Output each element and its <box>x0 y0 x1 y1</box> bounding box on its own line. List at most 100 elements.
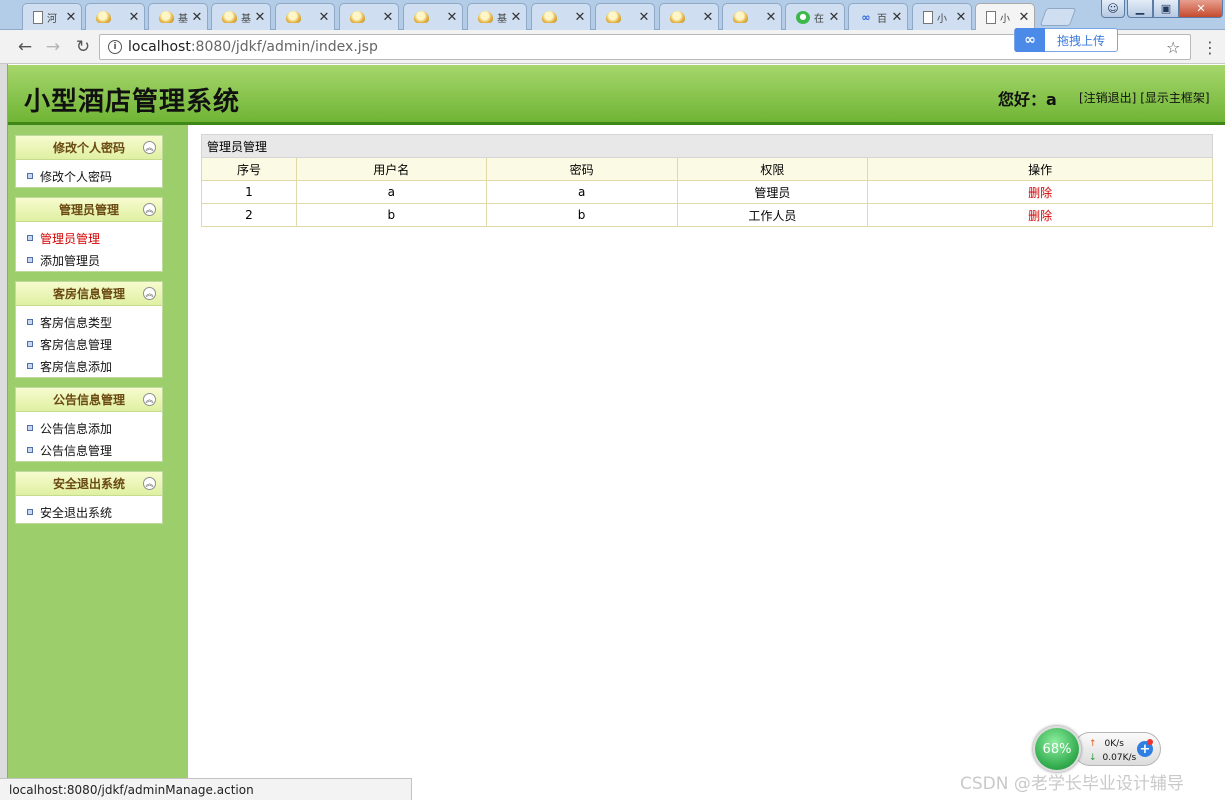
sidebar-group-header[interactable]: 公告信息管理 ︽ <box>16 388 162 412</box>
browser-tab[interactable]: 基 ✕ <box>467 3 527 30</box>
user-icon[interactable]: ☺ <box>1101 0 1125 18</box>
cell-role: 管理员 <box>676 180 869 204</box>
collapse-icon[interactable]: ︽ <box>143 203 156 216</box>
collapse-icon[interactable]: ︽ <box>143 141 156 154</box>
close-tab-icon[interactable]: ✕ <box>891 11 903 24</box>
browser-tab[interactable]: ● 在 ✕ <box>785 3 845 30</box>
sidebar-group-title: 管理员管理 <box>58 203 119 217</box>
delete-link[interactable]: 删除 <box>1028 186 1052 200</box>
close-tab-icon[interactable]: ✕ <box>128 11 140 24</box>
usage-ball[interactable]: 68% <box>1033 726 1081 772</box>
delete-link[interactable]: 删除 <box>1028 209 1052 223</box>
drag-upload-button[interactable]: ∞ 拖拽上传 <box>1014 28 1118 52</box>
browser-tab-active[interactable]: 小 ✕ <box>975 3 1035 30</box>
browser-tab[interactable]: ✕ <box>659 3 719 30</box>
browser-tab[interactable]: ✕ <box>403 3 463 30</box>
sidebar-item-room-types[interactable]: 客房信息类型 <box>16 311 162 333</box>
close-tab-icon[interactable]: ✕ <box>65 11 77 24</box>
column-header: 用户名 <box>295 157 487 181</box>
tab-title: 基 <box>178 13 188 25</box>
close-tab-icon[interactable]: ✕ <box>254 11 266 24</box>
browser-tab[interactable]: ✕ <box>275 3 335 30</box>
url-text: localhost:8080/jdkf/admin/index.jsp <box>128 39 378 55</box>
menu-dots-icon[interactable]: ⋮ <box>1202 38 1218 57</box>
close-tab-icon[interactable]: ✕ <box>638 11 650 24</box>
sidebar-item-room-manage[interactable]: 客房信息管理 <box>16 333 162 355</box>
sidebar-item-notice-manage[interactable]: 公告信息管理 <box>16 439 162 461</box>
lamp-icon <box>733 11 748 23</box>
close-tab-icon[interactable]: ✕ <box>828 11 840 24</box>
tab-title: 百 <box>877 13 887 25</box>
sidebar-group-header[interactable]: 管理员管理 ︽ <box>16 198 162 222</box>
forward-arrow-icon[interactable]: → <box>42 36 64 58</box>
browser-tab[interactable]: 基 ✕ <box>211 3 271 30</box>
minimize-button[interactable]: ▁ <box>1127 0 1153 18</box>
sidebar-group-header[interactable]: 安全退出系统 ︽ <box>16 472 162 496</box>
sidebar-item-label: 添加管理员 <box>40 253 101 268</box>
bookmark-star-icon[interactable]: ☆ <box>1166 38 1180 57</box>
close-tab-icon[interactable]: ✕ <box>702 11 714 24</box>
browser-tab[interactable]: ∞ 百 ✕ <box>848 3 908 30</box>
close-window-button[interactable]: ✕ <box>1179 0 1223 18</box>
browser-tab[interactable]: ✕ <box>722 3 782 30</box>
tab-title: 在 <box>814 13 824 25</box>
sidebar-group-header[interactable]: 修改个人密码 ︽ <box>16 136 162 160</box>
close-tab-icon[interactable]: ✕ <box>765 11 777 24</box>
new-tab-button[interactable] <box>1039 8 1077 26</box>
sidebar-group-header[interactable]: 客房信息管理 ︽ <box>16 282 162 306</box>
browser-tab[interactable]: 基 ✕ <box>148 3 208 30</box>
close-tab-icon[interactable]: ✕ <box>318 11 330 24</box>
sidebar-item-admin-manage[interactable]: 管理员管理 <box>16 227 162 249</box>
bullet-icon <box>27 173 33 179</box>
bullet-icon <box>27 425 33 431</box>
browser-tab[interactable]: ✕ <box>531 3 591 30</box>
reload-icon[interactable]: ↻ <box>72 36 94 58</box>
sidebar-item-room-add[interactable]: 客房信息添加 <box>16 355 162 377</box>
browser-tab[interactable]: 河 ✕ <box>22 3 82 30</box>
sidebar-item-notice-add[interactable]: 公告信息添加 <box>16 417 162 439</box>
sidebar-item-label: 安全退出系统 <box>40 505 113 520</box>
sidebar-item-add-admin[interactable]: 添加管理员 <box>16 249 162 271</box>
collapse-icon[interactable]: ︽ <box>143 393 156 406</box>
sidebar-group-rooms: 客房信息管理 ︽ 客房信息类型 客房信息管理 客房信息添加 <box>15 281 163 378</box>
close-tab-icon[interactable]: ✕ <box>574 11 586 24</box>
browser-tab-strip: 河 ✕ ✕ 基 ✕ 基 ✕ ✕ ✕ ✕ 基 ✕ ✕ ✕ ✕ ✕ ● 在 ✕ ∞ … <box>0 0 1225 30</box>
logout-link[interactable]: [注销退出] <box>1079 91 1136 105</box>
close-tab-icon[interactable]: ✕ <box>955 11 967 24</box>
back-arrow-icon[interactable]: ← <box>14 36 36 58</box>
tab-title: 小 <box>937 13 947 25</box>
sidebar-group-title: 客房信息管理 <box>52 287 125 301</box>
cell-id: 2 <box>201 203 297 227</box>
sidebar-item-exit[interactable]: 安全退出系统 <box>16 501 162 523</box>
upload-speed: ↑ 0K/s <box>1089 739 1124 749</box>
info-icon[interactable]: i <box>108 40 122 54</box>
bullet-icon <box>27 509 33 515</box>
close-tab-icon[interactable]: ✕ <box>510 11 522 24</box>
cell-username: a <box>295 180 487 204</box>
main-content: 管理员管理 序号 用户名 密码 权限 操作 1 a a 管理员 删除 2 b b… <box>188 125 1225 775</box>
doc-icon <box>33 10 43 24</box>
maximize-button[interactable]: ▣ <box>1153 0 1179 18</box>
cell-password: a <box>485 180 678 204</box>
sidebar-item-change-password[interactable]: 修改个人密码 <box>16 165 162 187</box>
table-header-row: 序号 用户名 密码 权限 操作 <box>201 157 1213 181</box>
close-tab-icon[interactable]: ✕ <box>1018 11 1030 24</box>
lamp-icon <box>159 11 174 23</box>
show-frame-link[interactable]: [显示主框架] <box>1140 91 1209 105</box>
close-tab-icon[interactable]: ✕ <box>191 11 203 24</box>
browser-tab[interactable]: 小 ✕ <box>912 3 972 30</box>
admin-table: 管理员管理 序号 用户名 密码 权限 操作 1 a a 管理员 删除 2 b b… <box>201 134 1213 227</box>
close-tab-icon[interactable]: ✕ <box>382 11 394 24</box>
bullet-icon <box>27 235 33 241</box>
browser-tab[interactable]: ✕ <box>339 3 399 30</box>
network-speed-widget[interactable]: 68% ↑ 0K/s ↓ 0.07K/s + <box>1033 726 1161 772</box>
collapse-icon[interactable]: ︽ <box>143 287 156 300</box>
lamp-icon <box>478 11 493 23</box>
browser-tab[interactable]: ✕ <box>595 3 655 30</box>
sidebar-item-label: 管理员管理 <box>40 231 101 246</box>
down-arrow-icon: ↓ <box>1089 753 1097 763</box>
browser-tab[interactable]: ✕ <box>85 3 145 30</box>
collapse-icon[interactable]: ︽ <box>143 477 156 490</box>
up-arrow-icon: ↑ <box>1089 739 1097 749</box>
close-tab-icon[interactable]: ✕ <box>446 11 458 24</box>
